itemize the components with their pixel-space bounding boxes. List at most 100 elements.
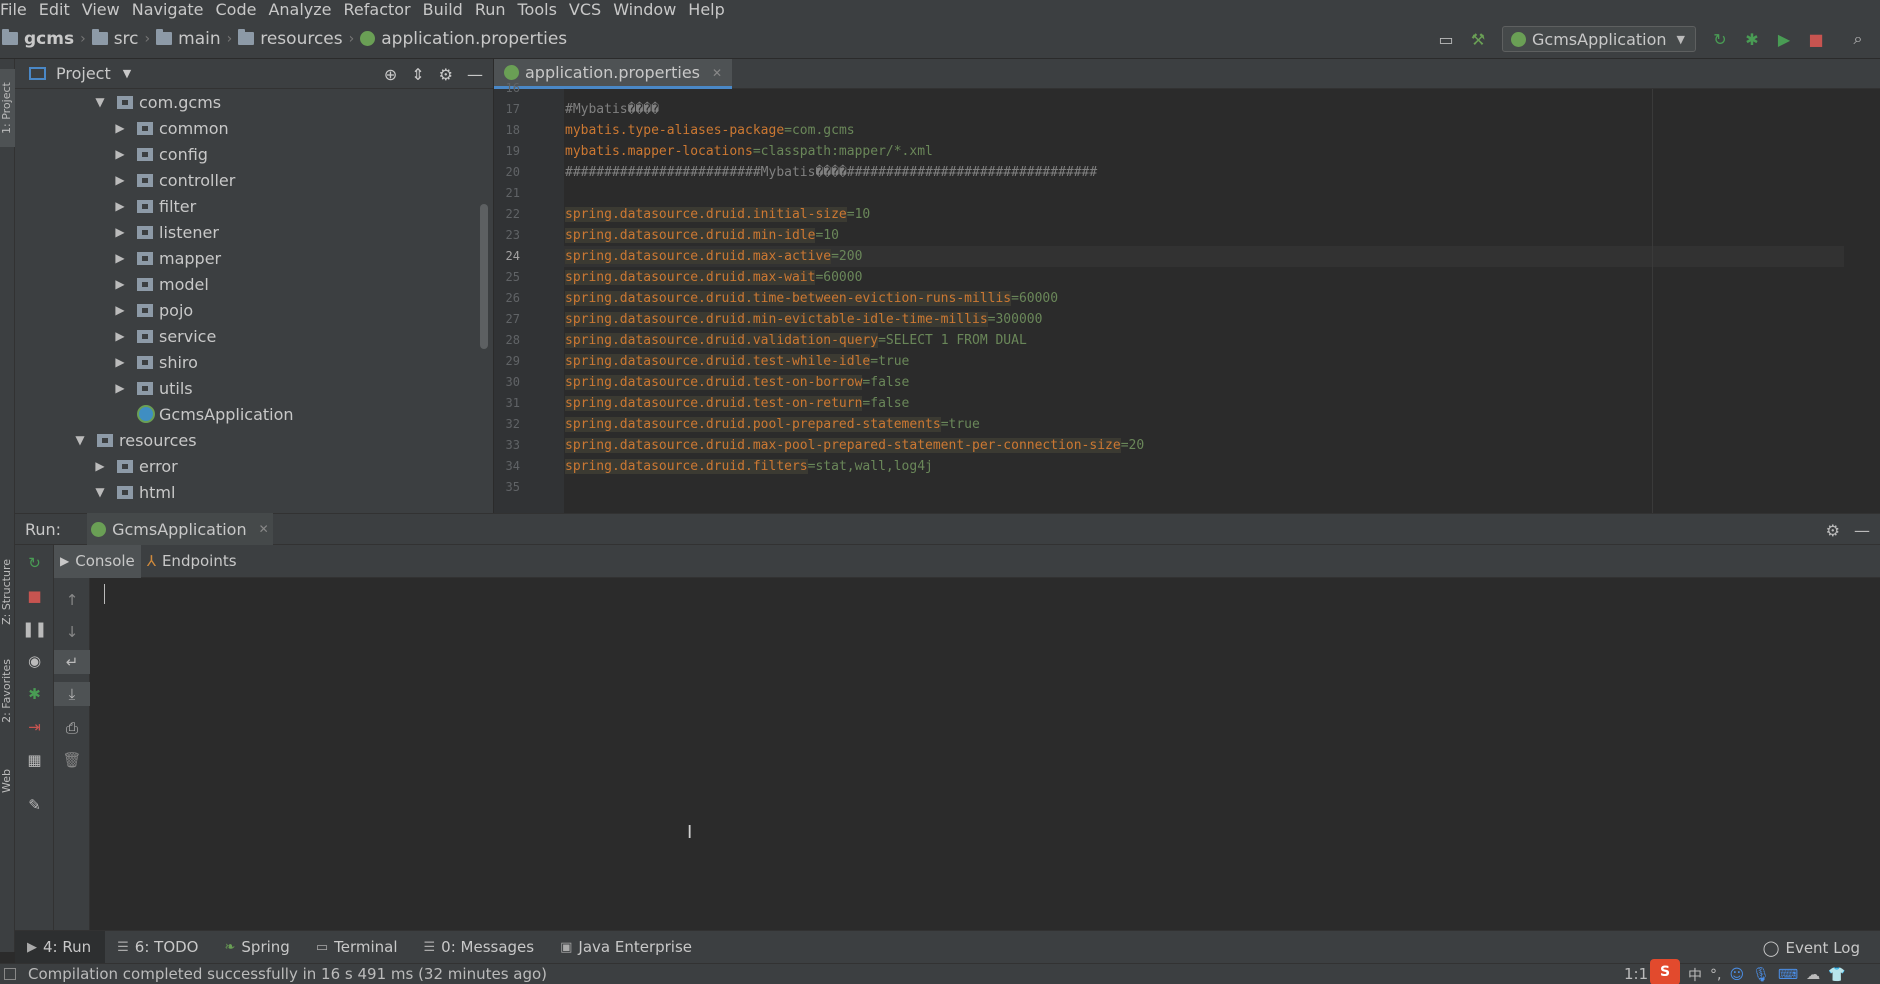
locate-target-icon[interactable]: ⊕ xyxy=(384,65,397,84)
project-view-select[interactable]: Project xyxy=(56,64,111,83)
collapsed-arrow-icon[interactable]: ▶ xyxy=(93,459,107,473)
expanded-arrow-icon[interactable]: ▼ xyxy=(73,433,87,447)
expanded-arrow-icon[interactable]: ▼ xyxy=(93,485,107,499)
gear-icon[interactable]: ⚙ xyxy=(1826,521,1840,540)
print-icon[interactable]: ⎙ xyxy=(54,716,90,740)
tree-item-resources[interactable]: ▼ resources xyxy=(73,427,196,453)
menu-analyze[interactable]: Analyze xyxy=(262,0,337,19)
minimize-icon[interactable]: — xyxy=(467,65,483,84)
menu-vcs[interactable]: VCS xyxy=(563,0,607,19)
menu-tools[interactable]: Tools xyxy=(512,0,563,19)
stripe-favorites-tab[interactable]: 2: Favorites xyxy=(0,659,15,723)
stripe-project-tab[interactable]: 1: Project xyxy=(0,69,15,147)
debug-icon[interactable]: ✱ xyxy=(15,682,54,706)
collapsed-arrow-icon[interactable]: ▶ xyxy=(113,147,127,161)
run-tab-gcmsapplication[interactable]: GcmsApplication ✕ xyxy=(87,513,273,545)
menu-window[interactable]: Window xyxy=(607,0,682,19)
layout-icon[interactable]: ▦ xyxy=(15,748,54,772)
breadcrumb-project[interactable]: gcms › xyxy=(2,29,92,49)
tab-endpoints[interactable]: ⅄ Endpoints xyxy=(141,545,243,578)
stop-icon[interactable]: ■ xyxy=(15,584,54,608)
tree-item-model[interactable]: ▶ model xyxy=(113,271,208,297)
tree-item-listener[interactable]: ▶ listener xyxy=(113,219,219,245)
ime-punctuation-icon[interactable]: °, xyxy=(1710,967,1721,983)
tree-item-common[interactable]: ▶ common xyxy=(113,115,228,141)
tab-console[interactable]: ▶ Console xyxy=(54,544,141,578)
soft-wrap-icon[interactable]: ↵ xyxy=(54,650,90,674)
run-configuration-select[interactable]: GcmsApplication ▼ xyxy=(1502,26,1696,52)
pause-icon[interactable]: ❚❚ xyxy=(15,617,54,641)
caret-position[interactable]: 1:1 xyxy=(1624,964,1648,984)
close-icon[interactable]: ✕ xyxy=(712,66,722,80)
run-with-coverage-icon[interactable]: ▶ xyxy=(1772,27,1796,51)
tree-item-service[interactable]: ▶ service xyxy=(113,323,216,349)
menu-file[interactable]: File xyxy=(0,0,33,19)
breadcrumb-resources[interactable]: resources › xyxy=(238,29,360,49)
ime-keyboard-icon[interactable]: ⌨ xyxy=(1778,967,1798,983)
menu-navigate[interactable]: Navigate xyxy=(126,0,210,19)
breadcrumb-src[interactable]: src › xyxy=(91,29,156,49)
collapsed-arrow-icon[interactable]: ▶ xyxy=(113,173,127,187)
pin-icon[interactable]: ✎ xyxy=(15,793,54,817)
expanded-arrow-icon[interactable]: ▼ xyxy=(93,95,107,109)
menu-view[interactable]: View xyxy=(76,0,126,19)
menu-code[interactable]: Code xyxy=(210,0,263,19)
tree-item-com-gcms[interactable]: ▼ com.gcms xyxy=(93,89,221,115)
ime-tools-icon[interactable]: 👕 xyxy=(1828,967,1845,983)
collapsed-arrow-icon[interactable]: ▶ xyxy=(113,277,127,291)
arrow-down-icon[interactable]: ↓ xyxy=(54,620,90,644)
rerun-icon[interactable]: ↻ xyxy=(1708,27,1732,51)
breadcrumb-main[interactable]: main › xyxy=(156,29,238,49)
tree-item-mapper[interactable]: ▶ mapper xyxy=(113,245,221,271)
collapsed-arrow-icon[interactable]: ▶ xyxy=(113,121,127,135)
tab-application-properties[interactable]: application.properties ✕ xyxy=(494,59,733,89)
tree-item-utils[interactable]: ▶ utils xyxy=(113,375,192,401)
breadcrumb-file[interactable]: application.properties xyxy=(360,29,567,49)
tree-item-shiro[interactable]: ▶ shiro xyxy=(113,349,198,375)
tool-tab-todo[interactable]: ☰ 6: TODO xyxy=(105,931,212,964)
camera-dump-threads-icon[interactable]: ◉ xyxy=(15,649,54,673)
tool-tab-messages[interactable]: ☰ 0: Messages xyxy=(412,931,549,964)
collapsed-arrow-icon[interactable]: ▶ xyxy=(113,225,127,239)
exit-icon[interactable]: ⇥ xyxy=(15,715,54,739)
stripe-structure-tab[interactable]: Z: Structure xyxy=(0,559,15,625)
tree-item-html[interactable]: ▼ html xyxy=(93,479,175,505)
tool-tab-spring[interactable]: ❧ Spring xyxy=(213,931,304,964)
event-log-button[interactable]: ◯ Event Log xyxy=(1763,931,1860,964)
ime-skin-icon[interactable]: ☁ xyxy=(1806,967,1820,983)
tree-item-pojo[interactable]: ▶ pojo xyxy=(113,297,193,323)
menu-help[interactable]: Help xyxy=(682,0,730,19)
menu-build[interactable]: Build xyxy=(417,0,469,19)
collapsed-arrow-icon[interactable]: ▶ xyxy=(113,199,127,213)
terminal-window-icon[interactable]: ▭ xyxy=(1434,27,1458,51)
debug-icon[interactable]: ✱ xyxy=(1740,27,1764,51)
ime-chinese-mode-icon[interactable]: 中 xyxy=(1688,965,1702,984)
close-icon[interactable]: ✕ xyxy=(259,522,269,536)
collapsed-arrow-icon[interactable]: ▶ xyxy=(113,303,127,317)
tree-item-error[interactable]: ▶ error xyxy=(93,453,177,479)
collapsed-arrow-icon[interactable]: ▶ xyxy=(113,381,127,395)
collapsed-arrow-icon[interactable]: ▶ xyxy=(113,251,127,265)
ime-emoji-icon[interactable]: ☺ xyxy=(1729,967,1744,983)
tree-item-config[interactable]: ▶ config xyxy=(113,141,208,167)
tree-item-gcmsapplication[interactable]: GcmsApplication xyxy=(137,401,294,427)
build-hammer-icon[interactable]: ⚒ xyxy=(1466,27,1490,51)
minimize-icon[interactable]: — xyxy=(1854,521,1870,540)
scroll-to-end-icon[interactable]: ⤓ xyxy=(54,682,90,706)
menu-refactor[interactable]: Refactor xyxy=(338,0,417,19)
arrow-up-icon[interactable]: ↑ xyxy=(54,588,90,612)
tool-tab-java-enterprise[interactable]: ▣ Java Enterprise xyxy=(548,931,706,964)
tree-scrollbar[interactable] xyxy=(480,204,488,349)
menu-run[interactable]: Run xyxy=(469,0,512,19)
collapse-all-icon[interactable]: ⇕ xyxy=(411,65,424,84)
console-output[interactable]: I xyxy=(90,578,1880,930)
gear-icon[interactable]: ⚙ xyxy=(439,65,453,84)
trash-icon[interactable]: 🗑 xyxy=(54,748,90,772)
menu-edit[interactable]: Edit xyxy=(33,0,76,19)
collapsed-arrow-icon[interactable]: ▶ xyxy=(113,355,127,369)
sogou-ime-icon[interactable]: S xyxy=(1650,958,1680,984)
toggle-tool-windows-icon[interactable] xyxy=(4,968,16,980)
tree-item-filter[interactable]: ▶ filter xyxy=(113,193,196,219)
stripe-web-tab[interactable]: Web xyxy=(0,769,15,793)
ime-microphone-icon[interactable]: 🎙 xyxy=(1752,967,1770,983)
